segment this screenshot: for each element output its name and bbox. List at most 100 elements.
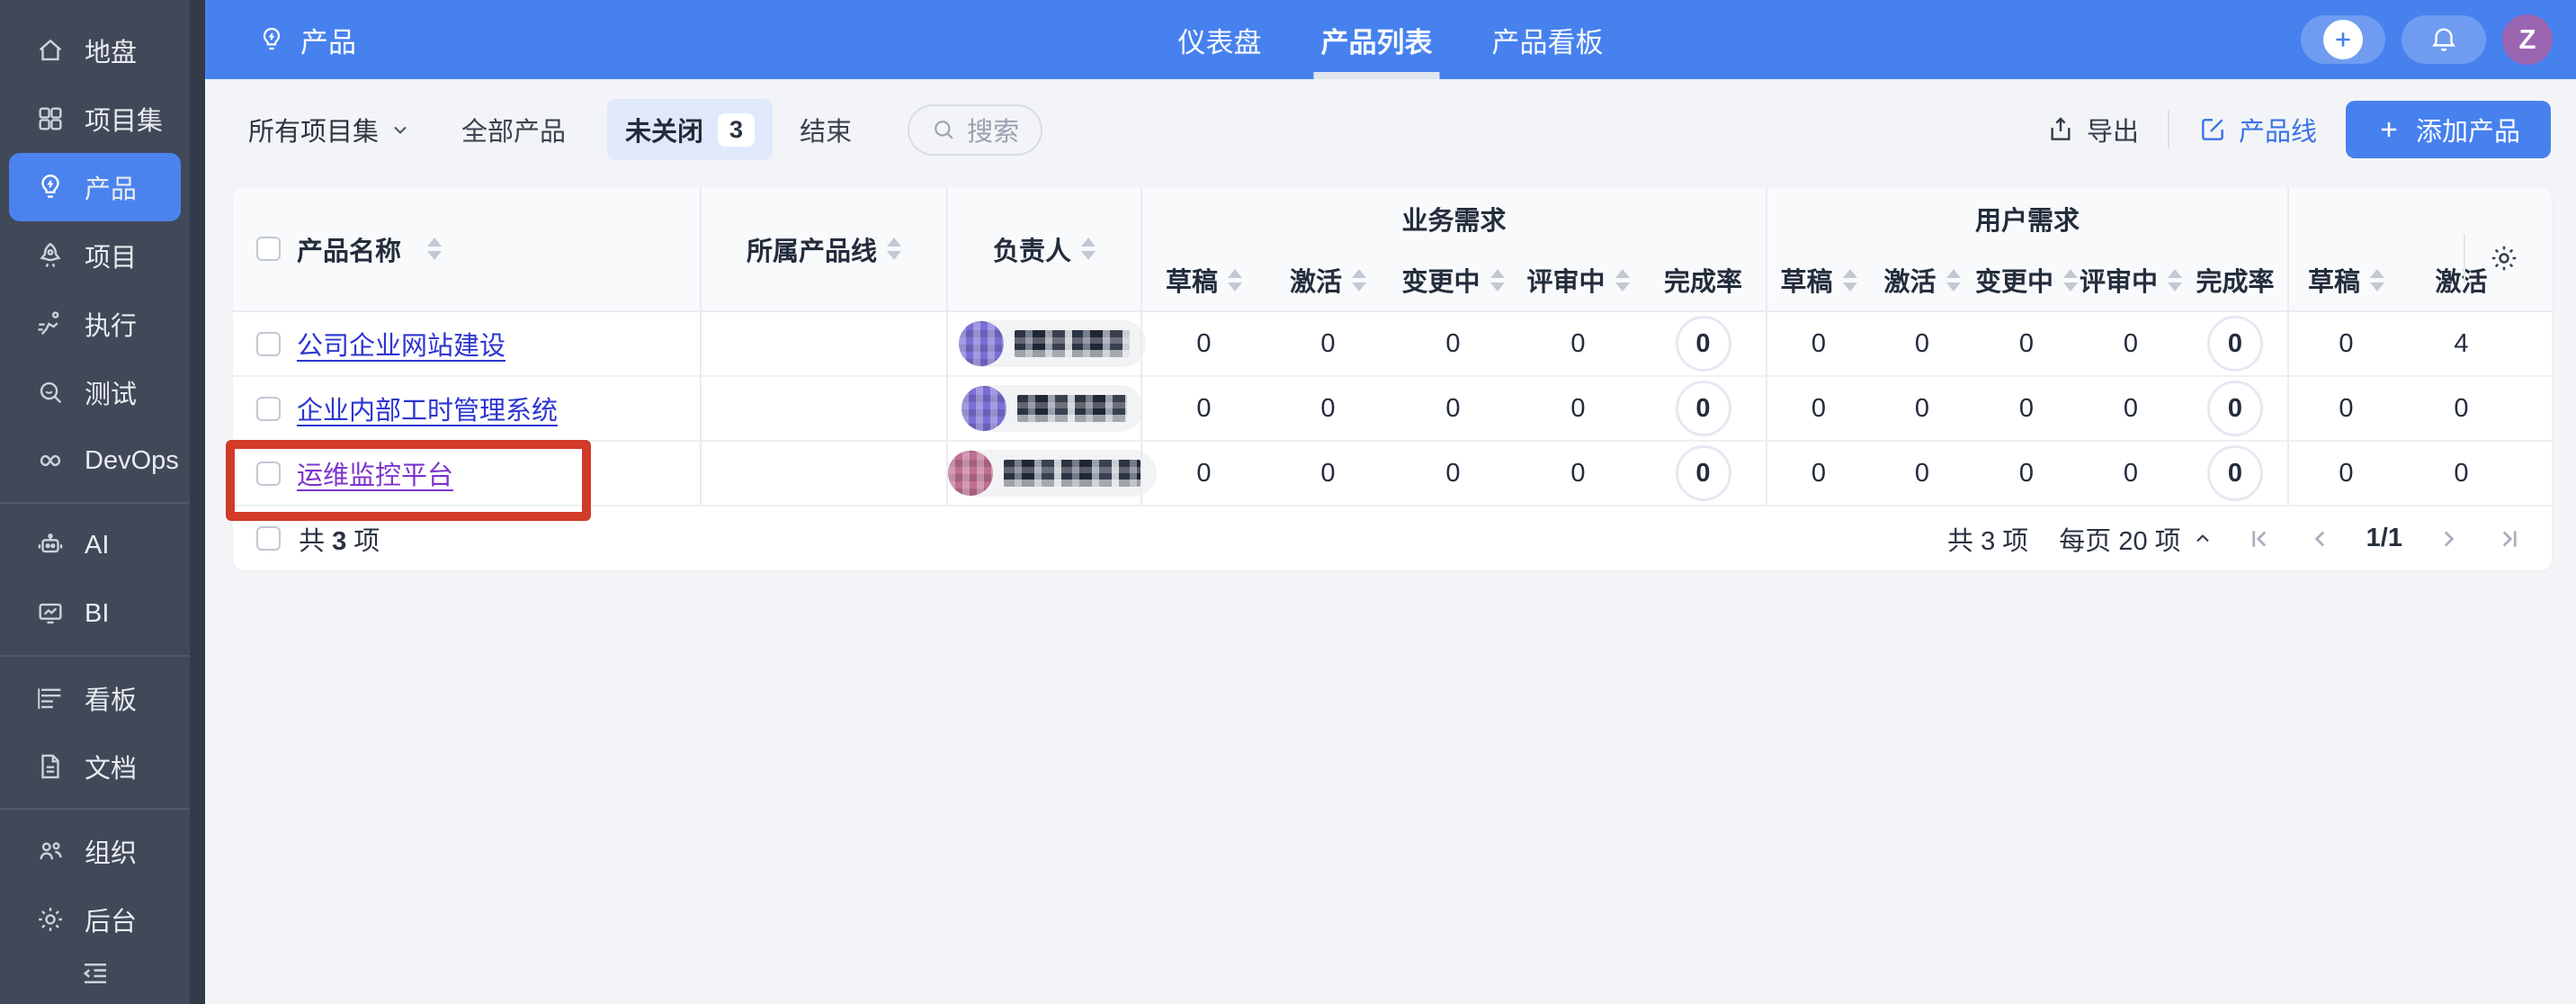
user-avatar[interactable]: Z xyxy=(2502,14,2553,65)
sidebar-item-program[interactable]: 项目集 xyxy=(0,85,190,153)
sort-icon[interactable] xyxy=(1490,269,1505,291)
sidebar-item-execution[interactable]: 执行 xyxy=(0,290,190,358)
sort-icon[interactable] xyxy=(1081,238,1096,260)
prev-page-button[interactable] xyxy=(2305,524,2336,554)
owner-pill[interactable] xyxy=(962,385,1143,432)
first-page-button[interactable] xyxy=(2244,524,2275,554)
owner-pill[interactable] xyxy=(959,320,1146,367)
sidebar-item-org[interactable]: 组织 xyxy=(0,817,190,885)
column-header-user-changing[interactable]: 变更中 xyxy=(1974,249,2079,310)
sidebar-item-label: 项目 xyxy=(85,237,137,274)
column-header-biz-rate[interactable]: 完成率 xyxy=(1641,249,1766,310)
product-line-button[interactable]: 产品线 xyxy=(2198,111,2317,148)
column-header-user-rate[interactable]: 完成率 xyxy=(2183,249,2287,310)
biz-reviewing-value: 0 xyxy=(1516,312,1641,375)
last-page-button[interactable] xyxy=(2494,524,2525,554)
biz-draft-value: 0 xyxy=(1140,312,1266,375)
add-product-button[interactable]: 添加产品 xyxy=(2346,101,2551,158)
sidebar-item-home[interactable]: 地盘 xyxy=(0,16,190,85)
sidebar-item-project[interactable]: 项目 xyxy=(0,221,190,290)
column-header-owner[interactable]: 负责人 xyxy=(946,187,1140,310)
quick-create-button[interactable] xyxy=(2301,15,2385,64)
sort-icon[interactable] xyxy=(1615,269,1630,291)
sort-icon[interactable] xyxy=(2168,269,2182,291)
next-page-button[interactable] xyxy=(2433,524,2464,554)
extra-active-value: 0 xyxy=(2403,377,2519,440)
row-checkbox[interactable] xyxy=(256,462,281,486)
topbar: 产品 仪表盘 产品列表 产品看板 Z xyxy=(205,0,2576,79)
search-input[interactable]: 搜索 xyxy=(908,104,1042,156)
export-button[interactable]: 导出 xyxy=(2046,111,2139,148)
column-header-biz-active[interactable]: 激活 xyxy=(1266,249,1391,310)
table-row-highlighted: 运维监控平台 0 0 0 0 0 0 0 0 0 0 0 xyxy=(233,442,2552,506)
bi-chart-icon xyxy=(34,597,67,630)
column-header-biz-reviewing[interactable]: 评审中 xyxy=(1516,249,1641,310)
sort-icon[interactable] xyxy=(1843,269,1857,291)
table-settings-button[interactable] xyxy=(2483,238,2525,279)
row-checkbox[interactable] xyxy=(256,397,281,421)
sidebar-item-test[interactable]: 测试 xyxy=(0,358,190,426)
sidebar-item-label: 测试 xyxy=(85,373,137,411)
collapse-sidebar-icon[interactable] xyxy=(79,957,112,990)
column-header-user-draft[interactable]: 草稿 xyxy=(1766,249,1870,310)
column-header-biz-draft[interactable]: 草稿 xyxy=(1140,249,1266,310)
column-header-user-active[interactable]: 激活 xyxy=(1870,249,1974,310)
column-header-biz-changing[interactable]: 变更中 xyxy=(1391,249,1516,310)
sort-icon[interactable] xyxy=(887,238,901,260)
sort-icon[interactable] xyxy=(1352,269,1366,291)
sort-icon[interactable] xyxy=(427,238,442,260)
sidebar-collapsed-rail xyxy=(190,0,205,1004)
sidebar-item-product[interactable]: 产品 xyxy=(9,153,181,221)
sidebar-item-doc[interactable]: 文档 xyxy=(0,732,190,801)
project-set-dropdown[interactable]: 所有项目集 xyxy=(248,111,411,148)
column-header-user-reviewing[interactable]: 评审中 xyxy=(2079,249,2183,310)
filter-all-products[interactable]: 全部产品 xyxy=(461,111,566,148)
filter-unclosed[interactable]: 未关闭 3 xyxy=(607,99,773,160)
sidebar-item-bi[interactable]: BI xyxy=(0,579,190,648)
tab-product-kanban[interactable]: 产品看板 xyxy=(1492,0,1604,79)
page-size-dropdown[interactable]: 每页 20 项 xyxy=(2059,520,2213,558)
product-link[interactable]: 企业内部工时管理系统 xyxy=(297,390,558,427)
product-line-cell xyxy=(700,377,946,440)
row-checkbox[interactable] xyxy=(256,332,281,356)
sidebar-item-label: DevOps xyxy=(85,446,179,476)
column-header-extra-draft[interactable]: 草稿 xyxy=(2287,249,2403,310)
chevron-up-icon xyxy=(2192,528,2214,550)
sort-icon[interactable] xyxy=(1228,269,1242,291)
sidebar-item-admin[interactable]: 后台 xyxy=(0,885,190,954)
user-draft-value: 0 xyxy=(1766,442,1870,505)
extra-active-value: 4 xyxy=(2403,312,2519,375)
column-header-product-name[interactable]: 产品名称 xyxy=(233,187,700,310)
sort-icon[interactable] xyxy=(2063,269,2078,291)
filter-closed[interactable]: 结束 xyxy=(800,111,852,148)
owner-name-redacted xyxy=(1015,330,1130,357)
sidebar-item-ai[interactable]: AI xyxy=(0,511,190,579)
footer-select-all-checkbox[interactable] xyxy=(256,526,281,551)
total-items-label: 共 3 项 xyxy=(299,520,380,558)
notifications-button[interactable] xyxy=(2402,15,2486,64)
toolbar: 所有项目集 全部产品 未关闭 3 结束 搜索 导出 xyxy=(205,79,2576,180)
rocket-icon xyxy=(34,239,67,272)
tab-dashboard[interactable]: 仪表盘 xyxy=(1178,0,1262,79)
column-header-product-line[interactable]: 所属产品线 xyxy=(700,187,946,310)
sidebar-item-kanban[interactable]: 看板 xyxy=(0,664,190,732)
plus-icon xyxy=(2323,20,2363,59)
extra-draft-value: 0 xyxy=(2287,442,2403,505)
magnifier-icon xyxy=(34,376,67,408)
user-rate-value: 0 xyxy=(2183,442,2287,505)
select-all-checkbox[interactable] xyxy=(256,237,281,261)
biz-rate-value: 0 xyxy=(1641,312,1766,375)
owner-pill[interactable] xyxy=(948,450,1157,497)
product-line-cell xyxy=(700,312,946,375)
product-link[interactable]: 公司企业网站建设 xyxy=(297,325,505,363)
extra-active-value: 0 xyxy=(2403,442,2519,505)
product-bulb-icon xyxy=(257,25,286,54)
search-placeholder: 搜索 xyxy=(967,111,1019,148)
product-link[interactable]: 运维监控平台 xyxy=(297,454,453,492)
app-window: 地盘 项目集 产品 项目 执行 测试 DevOps AI xyxy=(0,0,2576,1004)
sort-icon[interactable] xyxy=(1946,269,1961,291)
sort-icon[interactable] xyxy=(2370,269,2384,291)
tab-product-list[interactable]: 产品列表 xyxy=(1321,0,1433,79)
sidebar-item-devops[interactable]: DevOps xyxy=(0,426,190,495)
sidebar-item-label: 文档 xyxy=(85,748,137,785)
